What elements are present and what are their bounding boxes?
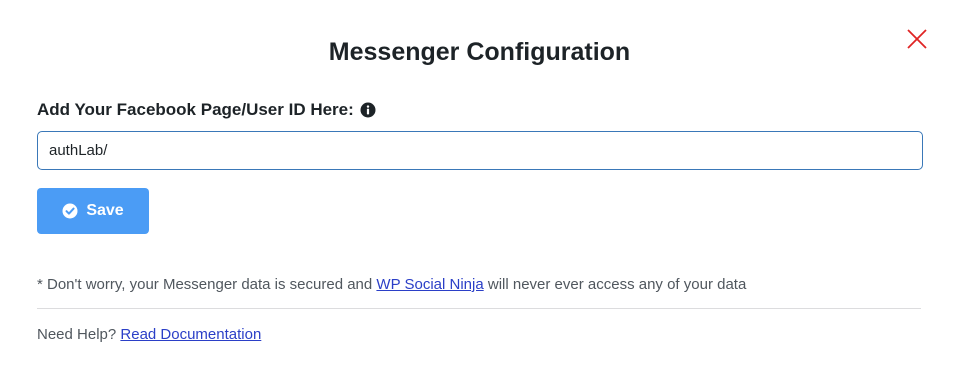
page-id-input[interactable] xyxy=(37,131,923,170)
save-button[interactable]: Save xyxy=(37,188,149,234)
wp-social-ninja-link[interactable]: WP Social Ninja xyxy=(376,276,483,293)
privacy-notice: * Don't worry, your Messenger data is se… xyxy=(37,275,746,295)
help-prefix: Need Help? xyxy=(37,326,121,343)
divider xyxy=(37,308,921,309)
dialog-title: Messenger Configuration xyxy=(328,38,631,66)
read-documentation-link[interactable]: Read Documentation xyxy=(120,326,261,343)
privacy-notice-suffix: will never ever access any of your data xyxy=(483,276,747,293)
messenger-config-dialog: Messenger Configuration Add Your Faceboo… xyxy=(0,0,959,370)
privacy-notice-prefix: * Don't worry, your Messenger data is se… xyxy=(37,276,377,293)
page-id-label-text: Add Your Facebook Page/User ID Here: xyxy=(37,100,354,119)
page-id-label: Add Your Facebook Page/User ID Here: xyxy=(37,99,376,121)
check-circle-icon xyxy=(62,203,78,219)
info-icon[interactable] xyxy=(360,102,376,118)
help-text: Need Help? Read Documentation xyxy=(37,325,261,345)
save-button-label: Save xyxy=(86,202,124,219)
